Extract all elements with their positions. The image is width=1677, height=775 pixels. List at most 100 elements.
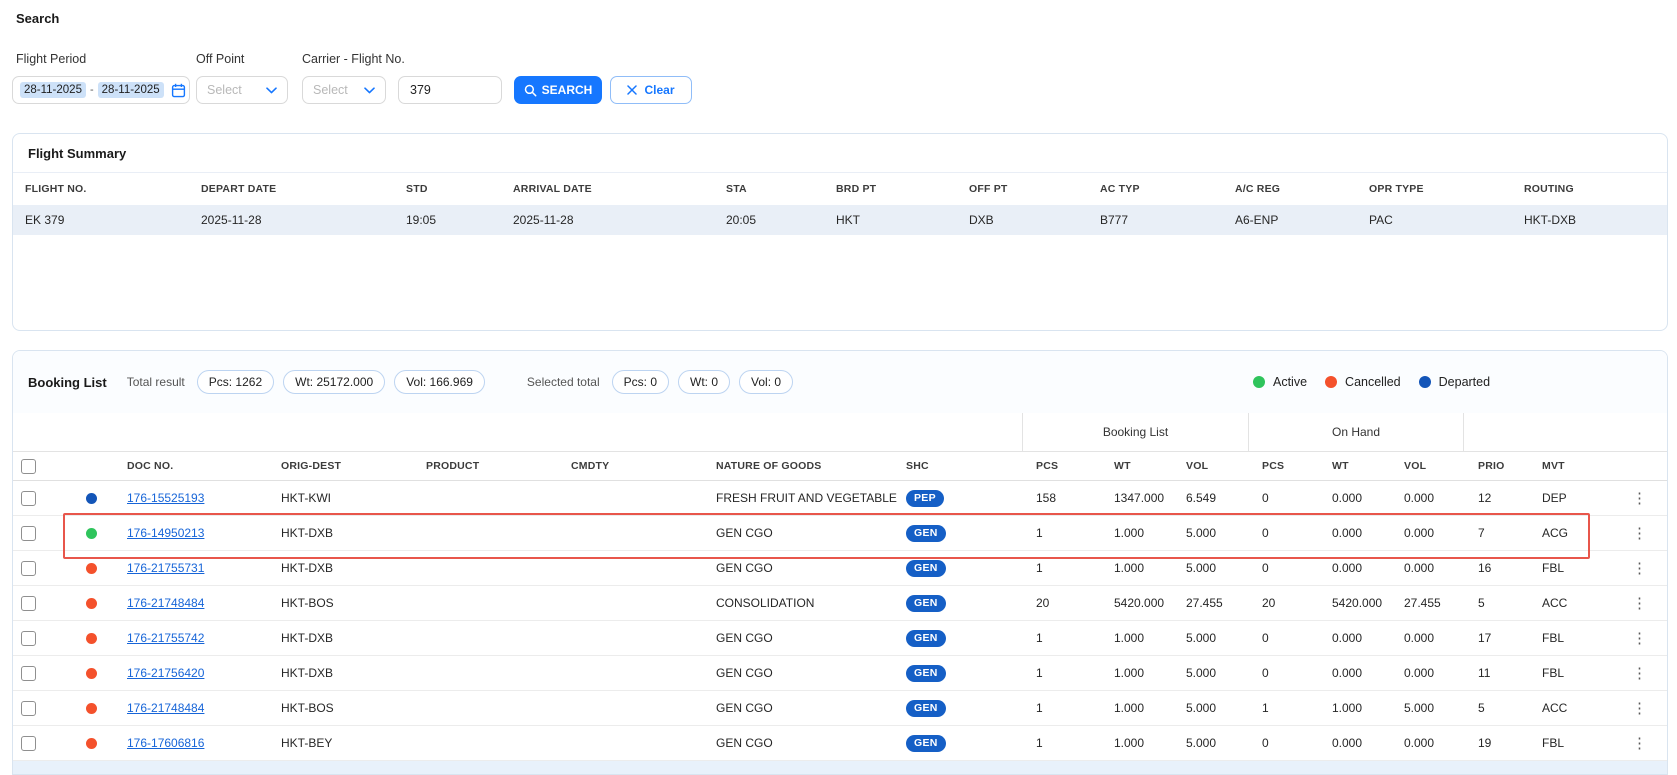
flight-summary-cell: 2025-11-28: [501, 205, 714, 235]
cell-orig_dest: HKT-BOS: [267, 586, 412, 620]
shc-badge: GEN: [906, 560, 946, 577]
cell-mvt: DEP: [1528, 481, 1612, 515]
carrier-select[interactable]: Select: [302, 76, 386, 104]
cell-on_hand_pcs: 20: [1248, 586, 1318, 620]
booking-column-header: WT: [1100, 452, 1172, 480]
status-dot-cancelled-icon: [86, 668, 97, 679]
flight-summary-row[interactable]: EK 3792025-11-2819:052025-11-2820:05HKTD…: [13, 205, 1667, 235]
shc-badge: GEN: [906, 665, 946, 682]
cell-product: [412, 656, 557, 690]
table-row: 176-21755742HKT-DXBGEN CGOGEN11.0005.000…: [13, 621, 1667, 656]
row-actions-kebab-icon[interactable]: ⋮: [1626, 524, 1653, 543]
booking-column-header: DOC NO.: [113, 452, 267, 480]
row-actions-kebab-icon[interactable]: ⋮: [1626, 629, 1653, 648]
cell-vol: 5.000: [1172, 551, 1248, 585]
search-button-label: SEARCH: [542, 83, 593, 97]
cell-vol: 5.000: [1172, 726, 1248, 760]
booking-column-header: PRODUCT: [412, 452, 557, 480]
off-point-select[interactable]: Select: [196, 76, 288, 104]
search-button[interactable]: SEARCH: [514, 76, 602, 104]
status-dot-departed-icon: [1419, 376, 1431, 388]
cell-on_hand_vol: 0.000: [1390, 656, 1464, 690]
row-checkbox[interactable]: [21, 736, 36, 751]
flight-summary-column-header: OPR TYPE: [1357, 173, 1512, 205]
cell-wt: 1.000: [1100, 656, 1172, 690]
flight-summary-column-header: BRD PT: [824, 173, 957, 205]
cell-vol: 5.000: [1172, 516, 1248, 550]
row-actions-kebab-icon[interactable]: ⋮: [1626, 699, 1653, 718]
doc-no-link[interactable]: 176-21748484: [127, 596, 204, 610]
clear-button[interactable]: Clear: [610, 76, 692, 104]
flight-period-date-range-input[interactable]: 28-11-2025 - 28-11-2025: [12, 76, 190, 104]
cell-orig_dest: HKT-DXB: [267, 551, 412, 585]
cell-prio: 16: [1464, 551, 1528, 585]
flight-summary-column-header: AC TYP: [1088, 173, 1223, 205]
cell-mvt: ACC: [1528, 586, 1612, 620]
total-result-pills: Pcs: 1262Wt: 25172.000Vol: 166.969: [197, 370, 485, 394]
row-actions-kebab-icon[interactable]: ⋮: [1626, 559, 1653, 578]
cell-nature_of_goods: CONSOLIDATION: [702, 586, 892, 620]
flight-summary-cell: 20:05: [714, 205, 824, 235]
row-checkbox[interactable]: [21, 491, 36, 506]
cell-product: [412, 691, 557, 725]
doc-no-link[interactable]: 176-14950213: [127, 526, 204, 540]
cell-pcs: 1: [1022, 551, 1100, 585]
cell-cmdty: [557, 656, 702, 690]
date-to-value[interactable]: 28-11-2025: [98, 82, 164, 98]
select-all-checkbox[interactable]: [21, 459, 36, 474]
row-checkbox[interactable]: [21, 631, 36, 646]
cell-on_hand_pcs: 1: [1248, 691, 1318, 725]
doc-no-link[interactable]: 176-21755742: [127, 631, 204, 645]
row-actions-kebab-icon[interactable]: ⋮: [1626, 734, 1653, 753]
doc-no-link[interactable]: 176-15525193: [127, 491, 204, 505]
search-section-title: Search: [16, 11, 59, 26]
legend-label: Cancelled: [1345, 375, 1401, 389]
cell-wt: 1.000: [1100, 551, 1172, 585]
cell-on_hand_vol: 5.000: [1390, 691, 1464, 725]
pagination-strip: [13, 761, 1667, 775]
date-from-value[interactable]: 28-11-2025: [20, 82, 86, 98]
row-checkbox[interactable]: [21, 701, 36, 716]
cell-wt: 5420.000: [1100, 586, 1172, 620]
row-checkbox[interactable]: [21, 666, 36, 681]
cell-on_hand_wt: 0.000: [1318, 621, 1390, 655]
flight-summary-cell: HKT-DXB: [1512, 205, 1667, 235]
doc-no-link[interactable]: 176-21755731: [127, 561, 204, 575]
flight-summary-cell: A6-ENP: [1223, 205, 1357, 235]
calendar-icon[interactable]: [171, 83, 186, 98]
selected-pill: Wt: 0: [678, 370, 730, 394]
group-header-spacer: [1464, 413, 1667, 451]
cell-pcs: 1: [1022, 691, 1100, 725]
legend-item-active: Active: [1253, 375, 1307, 389]
row-checkbox[interactable]: [21, 561, 36, 576]
doc-no-link[interactable]: 176-17606816: [127, 736, 204, 750]
status-dot-cancelled-icon: [86, 633, 97, 644]
cell-product: [412, 621, 557, 655]
booking-column-header: MVT: [1528, 452, 1612, 480]
actions-column-header: [1612, 452, 1667, 480]
shc-badge: GEN: [906, 700, 946, 717]
row-actions-kebab-icon[interactable]: ⋮: [1626, 489, 1653, 508]
flight-no-input[interactable]: [398, 76, 502, 104]
row-checkbox[interactable]: [21, 596, 36, 611]
row-actions-kebab-icon[interactable]: ⋮: [1626, 664, 1653, 683]
cell-cmdty: [557, 551, 702, 585]
shc-badge: GEN: [906, 525, 946, 542]
row-actions-kebab-icon[interactable]: ⋮: [1626, 594, 1653, 613]
cell-nature_of_goods: GEN CGO: [702, 726, 892, 760]
cell-nature_of_goods: FRESH FRUIT AND VEGETABLE: [702, 481, 892, 515]
flight-summary-column-header: DEPART DATE: [189, 173, 394, 205]
cell-on_hand_pcs: 0: [1248, 621, 1318, 655]
date-range-separator: -: [90, 84, 94, 96]
cell-on_hand_wt: 0.000: [1318, 481, 1390, 515]
cell-orig_dest: HKT-DXB: [267, 516, 412, 550]
doc-no-link[interactable]: 176-21756420: [127, 666, 204, 680]
cell-prio: 5: [1464, 691, 1528, 725]
row-checkbox[interactable]: [21, 526, 36, 541]
doc-no-link[interactable]: 176-21748484: [127, 701, 204, 715]
total-pill: Wt: 25172.000: [283, 370, 385, 394]
cell-wt: 1347.000: [1100, 481, 1172, 515]
group-header-spacer: [13, 413, 1022, 451]
cell-cmdty: [557, 516, 702, 550]
total-pill: Pcs: 1262: [197, 370, 274, 394]
